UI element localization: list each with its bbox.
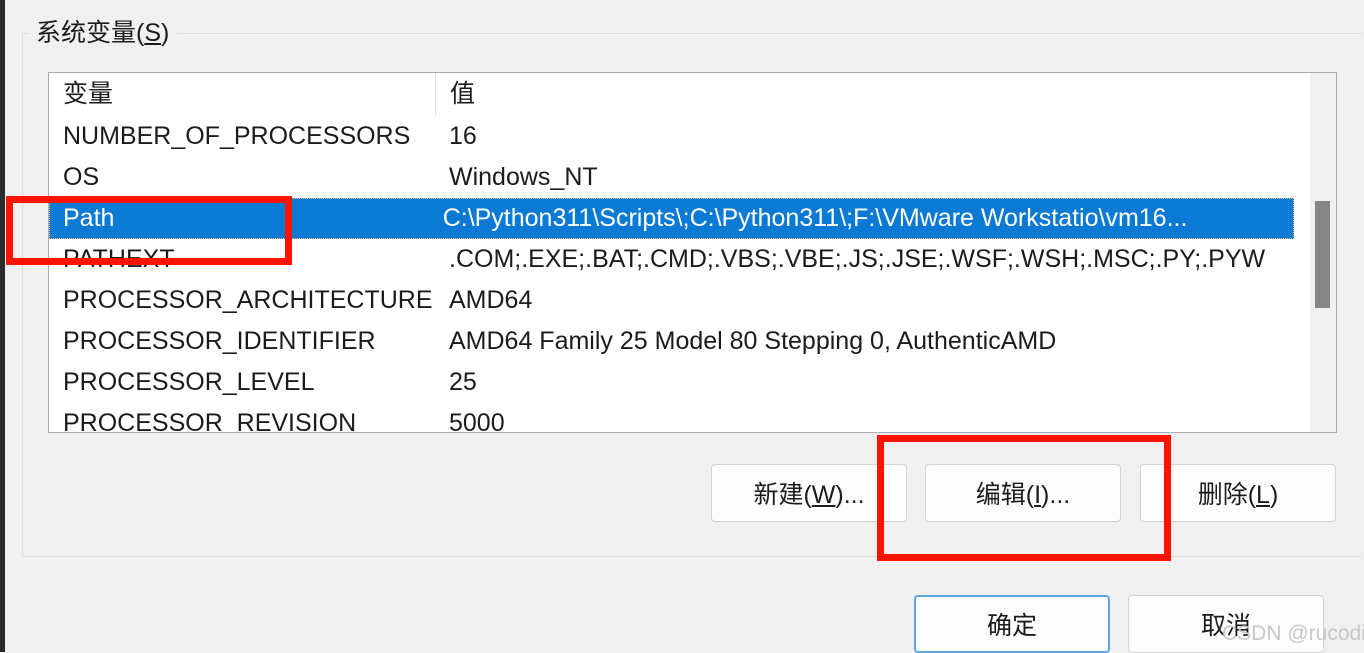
group-label-mnemonic: S	[144, 19, 162, 47]
delete-button-mnemonic: L	[1256, 481, 1270, 509]
table-row[interactable]: OS Windows_NT	[49, 157, 1336, 198]
group-label-prefix: 系统变量(	[36, 19, 145, 47]
group-label-suffix: )	[161, 19, 170, 47]
edit-variable-button[interactable]: 编辑(I)...	[925, 464, 1121, 522]
column-header-variable[interactable]: 变量	[49, 73, 435, 116]
cell-variable-name: OS	[63, 163, 100, 191]
system-variables-group-label: 系统变量(S)	[30, 17, 178, 49]
edit-button-mnemonic: I	[1034, 481, 1042, 509]
cell-variable-name: PROCESSOR_IDENTIFIER	[63, 327, 376, 355]
window-frame-edge	[0, 0, 5, 652]
new-button-prefix: 新建(	[753, 481, 812, 509]
cancel-button[interactable]: 取消	[1128, 595, 1324, 653]
cell-variable-name: NUMBER_OF_PROCESSORS	[63, 122, 411, 150]
cell-variable-value: Windows_NT	[449, 163, 598, 191]
edit-button-suffix: )...	[1041, 481, 1071, 509]
list-rows-container: NUMBER_OF_PROCESSORS 16 OS Windows_NT Path C:…	[49, 116, 1336, 433]
cell-variable-value: 25	[449, 368, 477, 396]
cell-variable-name: Path	[63, 204, 115, 232]
table-row[interactable]: PROCESSOR_LEVEL 25	[49, 362, 1336, 403]
cell-variable-value: AMD64 Family 25 Model 80 Stepping 0, Aut…	[449, 327, 1057, 355]
cell-variable-value: 16	[449, 122, 477, 150]
cell-variable-name: PROCESSOR_ARCHITECTURE	[63, 286, 433, 314]
vertical-scrollbar[interactable]	[1310, 73, 1336, 432]
delete-variable-button[interactable]: 删除(L)	[1140, 464, 1336, 522]
table-row[interactable]: NUMBER_OF_PROCESSORS 16	[49, 116, 1336, 157]
column-header-value[interactable]: 值	[435, 73, 1315, 116]
table-row[interactable]: PROCESSOR_ARCHITECTURE AMD64	[49, 280, 1336, 321]
list-header: 变量 值	[49, 73, 1336, 116]
table-row[interactable]: Path C:\Python311\Scripts\;C:\Python311\;…	[49, 198, 1294, 239]
new-button-suffix: )...	[835, 481, 865, 509]
system-variables-list[interactable]: 变量 值 NUMBER_OF_PROCESSORS 16 OS Windows_NT P…	[48, 72, 1337, 433]
cell-variable-name: PATHEXT	[63, 245, 175, 273]
table-row[interactable]: PROCESSOR_REVISION 5000	[49, 403, 1336, 433]
table-row[interactable]: PROCESSOR_IDENTIFIER AMD64 Family 25 Mode…	[49, 321, 1336, 362]
scrollbar-thumb[interactable]	[1315, 201, 1330, 308]
delete-button-suffix: )	[1269, 481, 1279, 509]
table-row[interactable]: PATHEXT .COM;.EXE;.BAT;.CMD;.VBS;.VBE;.JS…	[49, 239, 1336, 280]
cell-variable-value: AMD64	[449, 286, 533, 314]
new-button-mnemonic: W	[811, 481, 836, 509]
cell-variable-value: C:\Python311\Scripts\;C:\Python311\;F:\V…	[442, 204, 1188, 232]
cell-variable-name: PROCESSOR_REVISION	[63, 409, 357, 433]
edit-button-prefix: 编辑(	[975, 481, 1035, 509]
cell-variable-name: PROCESSOR_LEVEL	[63, 368, 315, 396]
delete-button-prefix: 删除(	[1197, 481, 1257, 509]
cell-variable-value: .COM;.EXE;.BAT;.CMD;.VBS;.VBE;.JS;.JSE;.…	[449, 245, 1266, 273]
ok-button[interactable]: 确定	[914, 595, 1110, 653]
new-variable-button[interactable]: 新建(W)...	[711, 464, 907, 522]
cell-variable-value: 5000	[449, 409, 505, 433]
